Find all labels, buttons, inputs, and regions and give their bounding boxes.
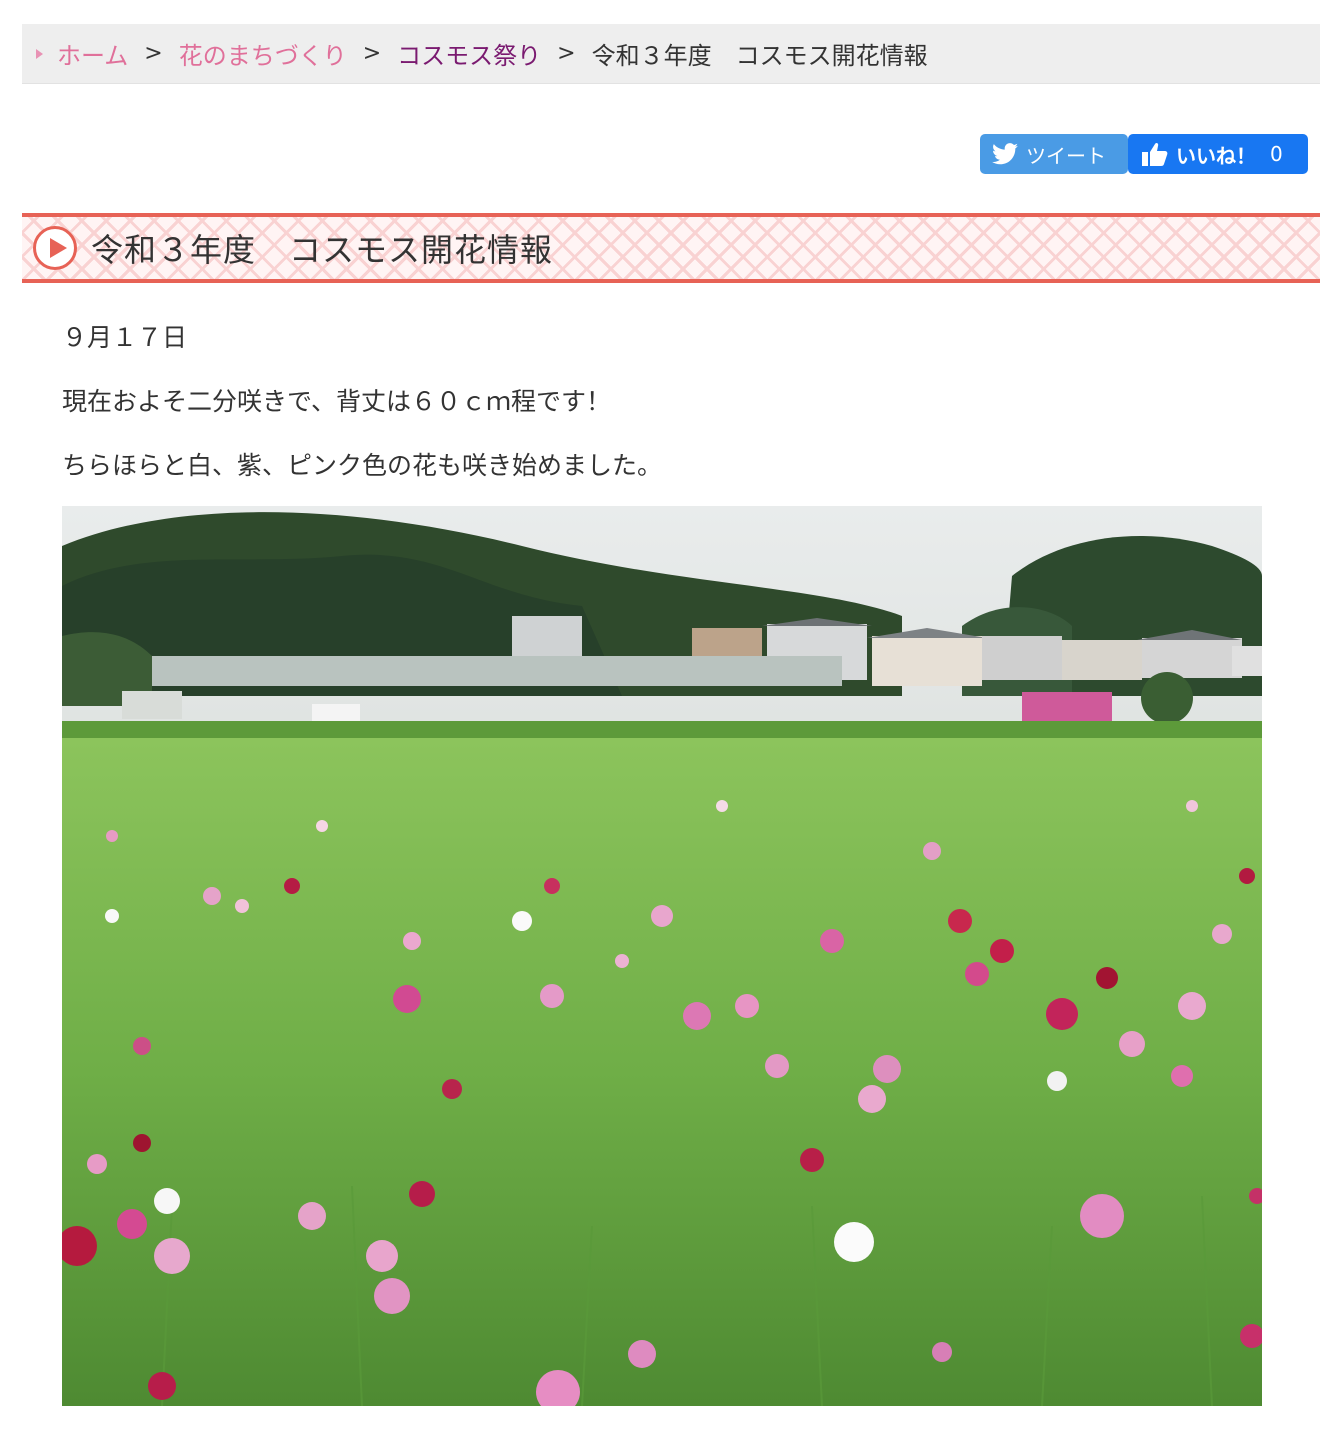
breadcrumb-separator: > [362,41,382,66]
page-title-text: 令和３年度 コスモス開花情報 [91,231,554,269]
breadcrumb-separator: > [557,41,576,66]
page-title: 令和３年度 コスモス開花情報 [22,213,1320,283]
breadcrumb-current: 令和３年度 コスモス開花情報 [591,42,928,70]
tweet-label: ツイート [1026,143,1106,168]
breadcrumb-bullet-icon [36,48,43,59]
play-circle-icon [33,226,77,270]
thumbs-up-icon [1142,142,1168,166]
breadcrumb-cosmos-festival-link[interactable]: コスモス祭り [397,36,541,71]
article-date: ９月１７日 [62,323,188,352]
breadcrumb-flower-town-link[interactable]: 花のまちづくり [179,36,347,71]
twitter-bird-icon [992,143,1018,165]
cosmos-field-photo [62,506,1262,1406]
article-paragraph: 現在およそ二分咲きで、背丈は６０ｃｍ程です！ [62,387,612,416]
like-button[interactable]: いいね！ 0 [1128,134,1308,174]
like-count: 0 [1270,142,1283,166]
breadcrumb-separator: > [144,41,163,66]
article-paragraph: ちらほらと白、紫、ピンク色の花も咲き始めました。 [62,451,663,480]
breadcrumb-home-link[interactable]: ホーム [57,36,128,71]
like-label: いいね！ [1176,143,1256,168]
breadcrumb: ホーム > 花のまちづくり > コスモス祭り > 令和３年度 コスモス開花情報 [22,24,1320,84]
tweet-button[interactable]: ツイート [980,134,1128,174]
